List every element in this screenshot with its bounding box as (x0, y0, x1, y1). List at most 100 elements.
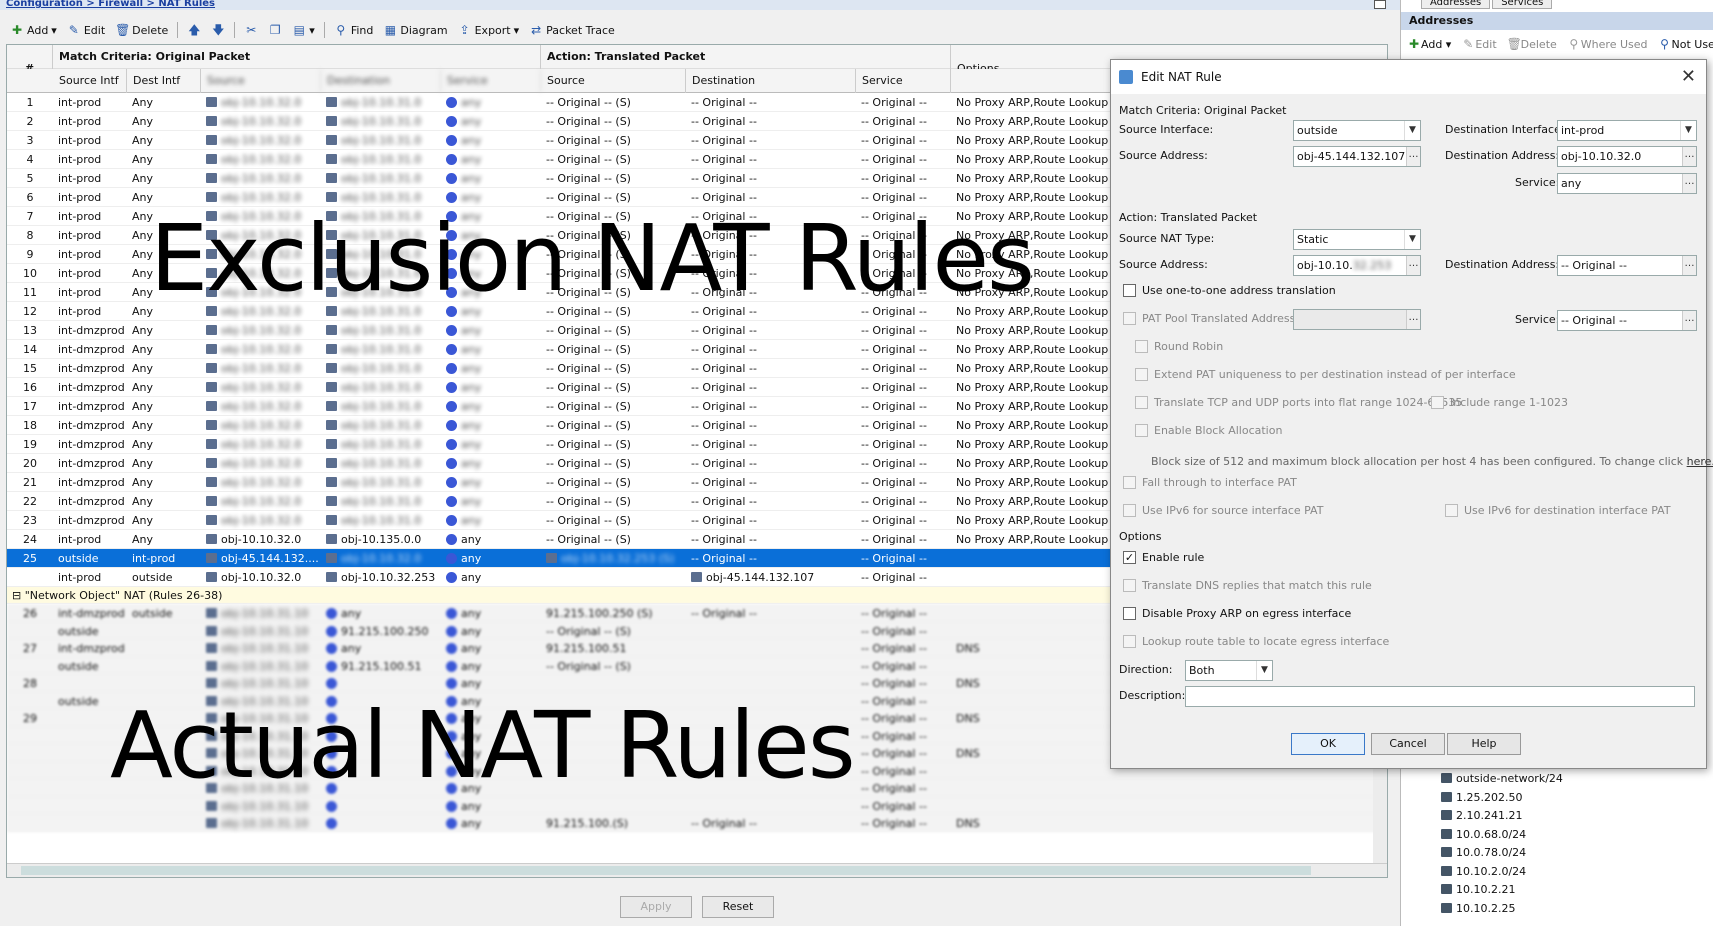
browse-icon[interactable]: … (1682, 147, 1696, 166)
fall-through-checkbox[interactable]: Fall through to interface PAT (1123, 476, 1297, 489)
lookup-route-checkbox[interactable]: Lookup route table to locate egress inte… (1123, 635, 1389, 648)
browse-icon[interactable]: … (1682, 256, 1696, 275)
address-tree-item[interactable]: 10.0.68.0/24 (1411, 826, 1711, 845)
add-button[interactable]: ✚ Add ▾ (6, 20, 61, 40)
cut-button[interactable]: ✂ (240, 20, 262, 40)
scroll-thumb[interactable] (21, 866, 1311, 875)
browse-icon[interactable]: … (1406, 147, 1420, 166)
source-nat-type-select[interactable]: Static ▼ (1293, 229, 1421, 250)
edit-button[interactable]: ✎ Edit (63, 20, 109, 40)
delete-button[interactable]: 🗑 Delete (111, 20, 172, 40)
table-row[interactable]: obj-10.10.31.10 any -- Original -- (7, 779, 1387, 797)
translated-source-cell: -- Original -- (S) (546, 419, 631, 432)
source-intf-cell (53, 674, 127, 693)
column-dest-intf[interactable]: Dest Intf (127, 69, 201, 93)
pat-pool-field[interactable]: … (1293, 309, 1421, 330)
translated-destination-cell (686, 674, 856, 693)
include-range-checkbox[interactable]: Include range 1-1023 (1431, 396, 1568, 409)
address-tree-item[interactable]: 10.0.78.0/24 (1411, 844, 1711, 863)
diagram-button[interactable]: ▦ Diagram (379, 20, 451, 40)
destination-interface-select[interactable]: int-prod ▼ (1557, 120, 1697, 141)
address-tree-item[interactable]: 1.25.202.50 (1411, 789, 1711, 808)
panel-delete-button[interactable]: 🗑Delete (1507, 37, 1557, 51)
round-robin-checkbox[interactable]: Round Robin (1135, 340, 1223, 353)
tab-services[interactable]: Services (1492, 0, 1553, 9)
panel-add-button[interactable]: ✚ Add ▾ (1407, 37, 1451, 51)
translated-destination-cell: -- Original -- (691, 607, 757, 620)
translated-destination-address-field[interactable]: -- Original --… (1557, 255, 1697, 276)
source-address-field[interactable]: obj-45.144.132.107… (1293, 146, 1421, 167)
translated-service-field[interactable]: -- Original --… (1557, 310, 1697, 331)
network-object-icon (206, 439, 217, 449)
horizontal-scrollbar[interactable] (7, 863, 1387, 877)
enable-rule-checkbox[interactable]: ✓ Enable rule (1123, 551, 1204, 564)
translated-destination-cell (686, 657, 856, 676)
apply-button[interactable]: Apply (620, 896, 692, 918)
address-tree-item[interactable]: 10.10.2.25 (1411, 900, 1711, 919)
extend-pat-checkbox[interactable]: Extend PAT uniqueness to per destination… (1135, 368, 1516, 381)
translated-service-cell: -- Original -- (861, 362, 927, 375)
table-row[interactable]: obj-10.10.31.10 any 91.215.100.(S) -- Origi… (7, 814, 1387, 832)
one-to-one-checkbox[interactable]: Use one-to-one address translation (1123, 284, 1336, 297)
block-allocation-checkbox[interactable]: Enable Block Allocation (1135, 424, 1282, 437)
not-used-button[interactable]: ⚲Not Used (1658, 37, 1713, 51)
reset-button[interactable]: Reset (702, 896, 774, 918)
address-tree-item[interactable]: 10.10.2.21 (1411, 881, 1711, 900)
service-field[interactable]: any… (1557, 173, 1697, 194)
disable-proxy-arp-checkbox[interactable]: Disable Proxy ARP on egress interface (1123, 607, 1351, 620)
address-tree-item[interactable]: 2.10.241.21 (1411, 807, 1711, 826)
panel-toolbar: ✚ Add ▾ ✎ Edit 🗑Delete ⚲ Where Used ⚲ Not Us… (1407, 34, 1713, 54)
translate-dns-checkbox[interactable]: Translate DNS replies that match this ru… (1123, 579, 1372, 592)
column-translated-source[interactable]: Source (541, 69, 686, 93)
address-tree-item[interactable]: outside-network/24 (1411, 770, 1711, 789)
destination-cell: obj-10.10.31.0 (321, 416, 441, 435)
cancel-button[interactable]: Cancel (1371, 733, 1445, 755)
block-allocation-link[interactable]: here. (1687, 455, 1713, 468)
move-down-button[interactable]: 🡇 (207, 20, 229, 40)
packet-trace-button[interactable]: ⇄ Packet Trace (525, 20, 619, 40)
trash-icon: 🗑 (1506, 37, 1522, 51)
source-cell: obj-10.10.32.0 (201, 568, 321, 587)
table-row[interactable]: obj-10.10.31.10 any -- Original -- (7, 797, 1387, 814)
panel-edit-button[interactable]: ✎ Edit (1461, 37, 1496, 51)
column-destination[interactable]: Destination (321, 69, 441, 93)
source-interface-select[interactable]: outside ▼ (1293, 120, 1421, 141)
column-service[interactable]: Service (441, 69, 541, 93)
direction-select[interactable]: Both ▼ (1185, 660, 1273, 681)
translate-tcp-udp-checkbox[interactable]: Translate TCP and UDP ports into flat ra… (1135, 396, 1462, 409)
where-used-button[interactable]: ⚲ Where Used (1567, 37, 1647, 51)
network-object-icon (326, 173, 337, 183)
any-globe-icon (446, 695, 457, 707)
translated-destination-cell: -- Original -- (691, 324, 757, 337)
ok-button[interactable]: OK (1291, 733, 1365, 755)
move-up-button[interactable]: 🡅 (183, 20, 205, 40)
description-input[interactable] (1185, 686, 1695, 707)
address-tree-item[interactable]: 10.10.2.0/24 (1411, 863, 1711, 882)
browse-icon[interactable]: … (1682, 174, 1696, 193)
translated-source-cell: 91.215.100.(S) (546, 817, 629, 830)
pat-pool-checkbox[interactable]: PAT Pool Translated Address: (1123, 312, 1299, 325)
source-intf-cell (53, 727, 127, 746)
destination-address-field[interactable]: obj-10.10.32.0… (1557, 146, 1697, 167)
translated-source-address-field[interactable]: obj-10.10.32.253… (1293, 255, 1421, 276)
source-cell: obj-10.10.31.10 (201, 657, 321, 676)
tab-addresses[interactable]: Addresses (1421, 0, 1491, 9)
column-translated-destination[interactable]: Destination (686, 69, 856, 93)
ipv6-source-checkbox[interactable]: Use IPv6 for source interface PAT (1123, 504, 1323, 517)
export-button[interactable]: ⇪ Export ▾ (454, 20, 524, 40)
column-source-intf[interactable]: Source Intf (53, 69, 127, 93)
close-icon[interactable]: ✕ (1681, 60, 1696, 94)
browse-icon[interactable]: … (1682, 311, 1696, 330)
column-translated-service[interactable]: Service (856, 69, 951, 93)
browse-icon[interactable]: … (1406, 256, 1420, 275)
find-button[interactable]: ⚲ Find (330, 20, 378, 40)
restore-icon[interactable] (1374, 0, 1386, 9)
copy-button[interactable]: ❐ (264, 20, 286, 40)
collapse-icon[interactable]: ⊟ (12, 589, 25, 602)
help-button[interactable]: Help (1447, 733, 1521, 755)
paste-button[interactable]: ▤ ▾ (288, 20, 319, 40)
breadcrumb[interactable]: Configuration > Firewall > NAT Rules (0, 0, 1400, 10)
column-source[interactable]: Source (201, 69, 321, 93)
ipv6-destination-checkbox[interactable]: Use IPv6 for destination interface PAT (1445, 504, 1671, 517)
browse-icon[interactable]: … (1406, 310, 1420, 329)
